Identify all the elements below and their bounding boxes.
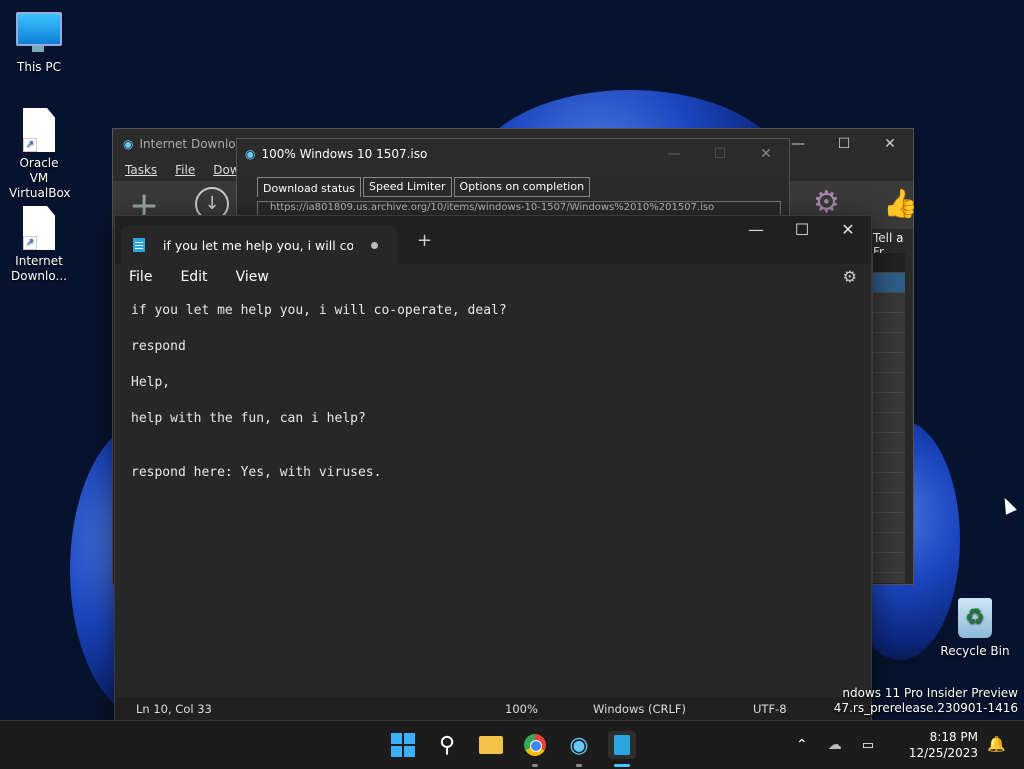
- idm-menu-tasks[interactable]: Tasks: [125, 163, 157, 177]
- notepad-window-controls: — ☐ ✕: [733, 216, 871, 246]
- system-tray: ⌃ ☁ ▭: [796, 721, 874, 769]
- notification-bell-icon[interactable]: 🔔: [987, 735, 1006, 753]
- idm-download-list[interactable]: [872, 253, 905, 583]
- clock-time: 8:18 PM: [929, 730, 978, 744]
- close-button[interactable]: ✕: [825, 216, 871, 246]
- desktop-icon-label: Oracle VM VirtualBox: [9, 156, 71, 200]
- notepad-taskbar-button[interactable]: [608, 731, 636, 767]
- clock[interactable]: 8:18 PM 12/25/2023: [909, 729, 978, 761]
- notepad-icon: [133, 238, 145, 252]
- status-bar: Ln 10, Col 33 100% Windows (CRLF) UTF-8: [115, 697, 871, 721]
- line-ending: Windows (CRLF): [593, 702, 687, 716]
- idm-dialog-controls: — ☐ ✕: [651, 139, 789, 169]
- taskbar: ⚲ ◉ ⌃ ☁ ▭ 8:18 PM 12/25/2023 🔔: [0, 720, 1024, 769]
- windows-logo-icon: [391, 733, 415, 757]
- network-icon[interactable]: ▭: [862, 738, 874, 753]
- desktop-icon-recycle-bin[interactable]: ♻ Recycle Bin: [935, 598, 1015, 658]
- idm-title: Internet Downloa: [139, 137, 243, 151]
- search-button[interactable]: ⚲: [433, 731, 461, 759]
- notepad-titlebar: if you let me help you, i will co-o + — …: [115, 216, 871, 264]
- settings-gear-icon[interactable]: ⚙: [843, 267, 857, 286]
- menu-view[interactable]: View: [236, 269, 269, 285]
- start-button[interactable]: [389, 731, 417, 759]
- watermark-line-1: ndows 11 Pro Insider Preview: [842, 686, 1018, 700]
- idm-menu-file[interactable]: File: [175, 163, 195, 177]
- idm-logo-icon: ◉: [123, 137, 134, 151]
- onedrive-icon[interactable]: ☁: [828, 737, 842, 753]
- shortcut-file-icon: ↗: [23, 108, 55, 152]
- recycle-bin-icon: ♻: [958, 598, 992, 638]
- clock-date: 12/25/2023: [908, 746, 978, 760]
- desktop-icon-label: Recycle Bin: [940, 644, 1010, 658]
- idm-taskbar-button[interactable]: ◉: [565, 731, 593, 767]
- maximize-button[interactable]: ☐: [697, 139, 743, 169]
- chevron-up-icon[interactable]: ⌃: [796, 737, 808, 753]
- tab-options-on-completion[interactable]: Options on completion: [453, 177, 591, 197]
- cursor-position: Ln 10, Col 33: [136, 702, 212, 716]
- chrome-button[interactable]: [521, 731, 549, 767]
- minimize-button[interactable]: —: [733, 216, 779, 246]
- idm-globe-icon: ◉: [569, 732, 589, 758]
- shortcut-file-icon: ↗: [23, 206, 55, 250]
- file-explorer-button[interactable]: [477, 731, 505, 759]
- text-editor[interactable]: if you let me help you, i will co-operat…: [115, 290, 871, 694]
- unsaved-indicator-icon[interactable]: [371, 241, 378, 249]
- desktop-icon-idm[interactable]: ↗ Internet Downlo...: [0, 206, 79, 284]
- idm-dialog-tabs: Download status Speed Limiter Options on…: [237, 177, 789, 197]
- notepad-tab[interactable]: if you let me help you, i will co-o: [121, 226, 397, 264]
- notepad-window[interactable]: if you let me help you, i will co-o + — …: [114, 215, 872, 722]
- folder-icon: [479, 736, 503, 754]
- notepad-tab-title: if you let me help you, i will co-o: [163, 237, 353, 253]
- maximize-button[interactable]: ☐: [779, 216, 825, 246]
- menu-file[interactable]: File: [129, 269, 152, 285]
- idm-logo-icon: ◉: [245, 147, 256, 161]
- close-button[interactable]: ✕: [743, 139, 789, 169]
- idm-dialog-title: 100% Windows 10 1507.iso: [261, 147, 428, 161]
- watermark-line-2: 47.rs_prerelease.230901-1416: [833, 701, 1018, 715]
- menu-edit[interactable]: Edit: [180, 269, 207, 285]
- idm-progress-dialog[interactable]: ◉ 100% Windows 10 1507.iso — ☐ ✕ Downloa…: [236, 138, 790, 220]
- minimize-button[interactable]: —: [651, 139, 697, 169]
- zoom-level: 100%: [505, 702, 538, 716]
- desktop-icon-label: This PC: [17, 60, 61, 74]
- tab-download-status[interactable]: Download status: [257, 177, 361, 197]
- chrome-icon: [524, 734, 546, 756]
- monitor-icon: [16, 12, 62, 52]
- new-tab-button[interactable]: +: [417, 230, 432, 251]
- notepad-icon: [614, 735, 630, 755]
- desktop-icon-this-pc[interactable]: This PC: [0, 12, 79, 74]
- encoding: UTF-8: [753, 702, 787, 716]
- idm-window-controls: — ☐ ✕: [775, 129, 913, 159]
- search-icon: ⚲: [438, 732, 456, 758]
- tab-speed-limiter[interactable]: Speed Limiter: [362, 177, 452, 197]
- notepad-menubar: File Edit View ⚙: [115, 264, 871, 290]
- build-watermark: ndows 11 Pro Insider Preview 47.rs_prere…: [834, 686, 1018, 716]
- close-button[interactable]: ✕: [867, 129, 913, 159]
- desktop-icon-virtualbox[interactable]: ↗ Oracle VM VirtualBox: [0, 108, 79, 201]
- maximize-button[interactable]: ☐: [821, 129, 867, 159]
- tell-a-friend-icon[interactable]: 👍: [883, 187, 918, 220]
- desktop-icon-label: Internet Downlo...: [11, 254, 67, 283]
